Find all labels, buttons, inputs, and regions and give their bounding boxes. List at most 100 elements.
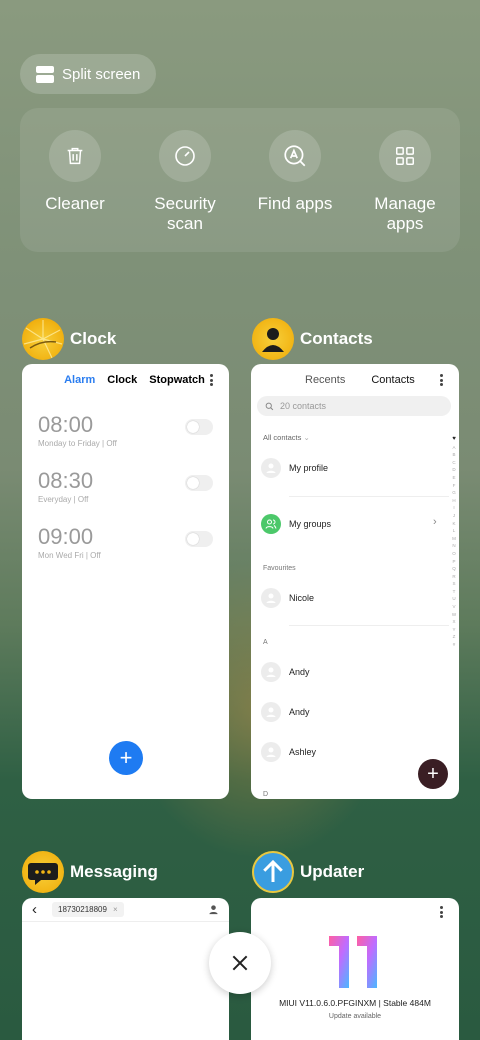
profile-avatar-icon	[261, 458, 281, 478]
manage-apps-button[interactable]: Manage apps	[350, 108, 460, 252]
clear-all-button[interactable]	[209, 932, 271, 994]
clock-app-card[interactable]: Alarm Clock Stopwatch 08:00 Monday to Fr…	[22, 364, 229, 799]
find-apps-icon	[284, 145, 306, 167]
alarm-toggle[interactable]	[185, 531, 213, 547]
cleaner-button[interactable]: Cleaner	[20, 108, 130, 252]
alphabet-letter[interactable]: L	[451, 527, 457, 535]
search-icon	[265, 402, 274, 410]
tab-contacts[interactable]: Contacts	[371, 374, 414, 386]
security-scan-button[interactable]: Security scan	[130, 108, 240, 252]
alphabet-letter[interactable]: Q	[451, 565, 457, 573]
alphabet-letter[interactable]: U	[451, 595, 457, 603]
alphabet-letter[interactable]: R	[451, 573, 457, 581]
alphabet-letter[interactable]: C	[451, 459, 457, 467]
split-screen-button[interactable]: Split screen	[20, 54, 156, 94]
contact-name: Ashley	[289, 747, 317, 757]
clock-more-icon[interactable]	[210, 374, 213, 386]
alphabet-letter[interactable]: E	[451, 474, 457, 482]
clock-tabs: Alarm Clock Stopwatch	[22, 364, 229, 386]
alarm-subtitle: Monday to Friday | Off	[38, 439, 117, 448]
alphabet-letter[interactable]: P	[451, 558, 457, 566]
alphabet-letter[interactable]: #	[451, 641, 457, 649]
back-icon[interactable]: ‹	[32, 901, 37, 918]
alphabet-letter[interactable]: F	[451, 482, 457, 490]
alphabet-letter[interactable]: W	[451, 611, 457, 619]
alphabet-index[interactable]: ♥ A B C D E F G H I J K L M N O P Q R S T U V W X Y Z #	[451, 436, 457, 649]
contact-row[interactable]: Andy	[261, 702, 310, 722]
contacts-more-icon[interactable]	[440, 374, 443, 386]
alarm-subtitle: Everyday | Off	[38, 495, 89, 504]
alphabet-letter[interactable]: I	[451, 504, 457, 512]
my-profile-row[interactable]: My profile	[261, 458, 328, 478]
avatar-icon	[261, 742, 281, 762]
alphabet-letter[interactable]: H	[451, 497, 457, 505]
recipient-chip[interactable]: 18730218809 ×	[52, 902, 124, 917]
alphabet-letter[interactable]: ♥	[451, 436, 457, 444]
tab-alarm[interactable]: Alarm	[64, 374, 95, 386]
alphabet-letter[interactable]: B	[451, 451, 457, 459]
tab-recents[interactable]: Recents	[305, 374, 345, 386]
contact-row[interactable]: Ashley	[261, 742, 316, 762]
my-groups-label: My groups	[289, 519, 332, 529]
tab-clock[interactable]: Clock	[107, 374, 137, 386]
filter-label: All contacts	[263, 433, 302, 442]
alphabet-letter[interactable]: S	[451, 580, 457, 588]
alphabet-letter[interactable]: G	[451, 489, 457, 497]
messaging-app-card[interactable]: ‹ 18730218809 ×	[22, 898, 229, 1040]
alphabet-letter[interactable]: Z	[451, 633, 457, 641]
contacts-app-card[interactable]: Recents Contacts 20 contacts All contact…	[251, 364, 459, 799]
alphabet-letter[interactable]: M	[451, 535, 457, 543]
messaging-app-header[interactable]: Messaging	[22, 851, 158, 893]
alphabet-letter[interactable]: D	[451, 466, 457, 474]
trash-icon	[67, 147, 83, 165]
section-header: A	[263, 639, 268, 646]
alphabet-letter[interactable]: T	[451, 588, 457, 596]
divider	[289, 625, 449, 626]
contacts-app-header[interactable]: Contacts	[252, 318, 373, 360]
contact-row[interactable]: Andy	[261, 662, 310, 682]
messaging-app-icon	[22, 851, 64, 893]
alphabet-letter[interactable]: X	[451, 618, 457, 626]
alarm-subtitle: Mon Wed Fri | Off	[38, 551, 101, 560]
add-alarm-button[interactable]: +	[109, 741, 143, 775]
alphabet-letter[interactable]: Y	[451, 626, 457, 634]
miui-11-logo-icon	[329, 936, 377, 988]
alphabet-letter[interactable]: A	[451, 444, 457, 452]
section-header: D	[263, 791, 269, 798]
contact-row[interactable]: Nicole	[261, 588, 314, 608]
updater-app-icon	[252, 851, 294, 893]
divider	[289, 496, 449, 497]
updater-app-card[interactable]: MIUI V11.0.6.0.PFGINXM | Stable 484M Upd…	[251, 898, 459, 1040]
add-contact-button[interactable]: +	[418, 759, 448, 789]
tab-stopwatch[interactable]: Stopwatch	[149, 374, 205, 386]
updater-more-icon[interactable]	[440, 906, 443, 918]
find-apps-label: Find apps	[257, 194, 333, 213]
contacts-app-name: Contacts	[300, 329, 373, 348]
find-apps-button[interactable]: Find apps	[240, 108, 350, 252]
alarm-toggle[interactable]	[185, 419, 213, 435]
alphabet-letter[interactable]: O	[451, 550, 457, 558]
remove-recipient-icon[interactable]: ×	[113, 905, 118, 914]
security-scan-icon	[175, 146, 195, 166]
avatar-icon	[261, 702, 281, 722]
contacts-filter[interactable]: All contacts ⌄	[263, 433, 310, 442]
contact-name: Nicole	[289, 593, 315, 603]
my-profile-label: My profile	[289, 463, 329, 473]
split-screen-label: Split screen	[62, 65, 141, 83]
updater-app-header[interactable]: Updater	[252, 851, 364, 893]
grid-icon	[396, 147, 414, 165]
contact-icon[interactable]	[208, 904, 219, 915]
cleaner-label: Cleaner	[45, 194, 105, 213]
close-icon	[232, 955, 248, 971]
quick-tools-panel: Cleaner Security scan Find apps Manage a…	[20, 108, 460, 252]
clock-app-header[interactable]: Clock	[22, 318, 116, 360]
contacts-search-input[interactable]: 20 contacts	[257, 396, 451, 416]
avatar-icon	[261, 662, 281, 682]
alphabet-letter[interactable]: J	[451, 512, 457, 520]
my-groups-row[interactable]: My groups	[261, 514, 331, 534]
alphabet-letter[interactable]: K	[451, 520, 457, 528]
clock-app-name: Clock	[70, 329, 117, 348]
alphabet-letter[interactable]: N	[451, 542, 457, 550]
alphabet-letter[interactable]: V	[451, 603, 457, 611]
alarm-toggle[interactable]	[185, 475, 213, 491]
